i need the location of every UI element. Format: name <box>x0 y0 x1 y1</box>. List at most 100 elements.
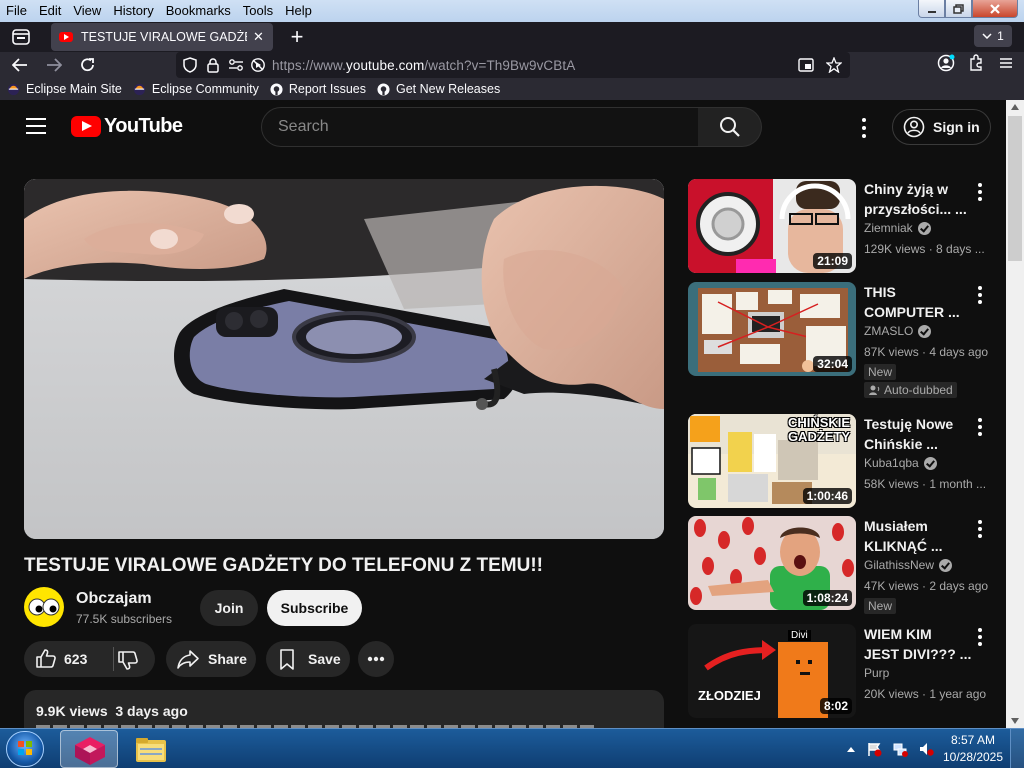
address-bar[interactable]: https://www.youtube.com/watch?v=Th9Bw9vC… <box>176 52 850 78</box>
search-button[interactable] <box>698 107 762 147</box>
video-thumbnail[interactable]: 21:09 <box>688 179 856 273</box>
recommended-channel[interactable]: Kuba1qba <box>864 456 937 470</box>
channel-name[interactable]: Obczajam <box>76 590 152 608</box>
recommended-more-icon[interactable] <box>978 628 982 646</box>
dislike-thumb-down-icon[interactable] <box>116 648 140 672</box>
sign-in-button[interactable]: Sign in <box>892 109 991 145</box>
channel-row: Obczajam 77.5K subscribers Join Subscrib… <box>24 587 664 629</box>
menu-tools[interactable]: Tools <box>237 0 279 22</box>
extensions-puzzle-icon[interactable] <box>966 53 986 73</box>
scroll-up-arrow-icon[interactable] <box>1011 104 1019 110</box>
recommended-video-title[interactable]: WIEM KIM JEST DIVI??? ... <box>864 624 974 664</box>
picture-in-picture-icon[interactable] <box>798 58 814 72</box>
search-input[interactable]: Search <box>261 107 699 147</box>
autoplay-blocked-icon[interactable] <box>250 57 266 73</box>
permissions-icon[interactable] <box>228 58 244 72</box>
back-button[interactable] <box>6 53 34 77</box>
start-button[interactable] <box>6 731 44 767</box>
video-thumbnail[interactable]: 1:08:24 <box>688 516 856 610</box>
recommended-more-icon[interactable] <box>978 286 982 304</box>
new-tab-button[interactable]: + <box>285 24 309 50</box>
taskbar-app-browser[interactable] <box>60 730 118 768</box>
bookmark-report-issues[interactable]: Report Issues <box>270 82 366 96</box>
recommended-video[interactable]: CHIŃSKIE GADŻETY 1:00:46 Testuję Nowe Chi… <box>688 414 998 508</box>
lock-icon[interactable] <box>206 57 220 73</box>
list-all-tabs-button[interactable]: 1 <box>974 25 1012 47</box>
youtube-logo[interactable]: YouTube <box>71 115 183 138</box>
account-icon[interactable] <box>936 53 956 73</box>
video-thumbnail[interactable]: 32:04 <box>688 282 856 376</box>
recommended-video-title[interactable]: Chiny żyją w przyszłości... ... <box>864 179 974 219</box>
bookmark-star-icon[interactable] <box>826 57 842 73</box>
recommended-meta: 58K views · 1 month ... <box>864 477 987 491</box>
recommended-more-icon[interactable] <box>978 418 982 436</box>
scroll-down-arrow-icon[interactable] <box>1011 718 1019 724</box>
recommended-channel[interactable]: Purp <box>864 666 889 680</box>
settings-more-icon[interactable] <box>856 118 872 138</box>
menu-file[interactable]: File <box>0 0 33 22</box>
video-thumbnail[interactable]: Divi ZŁODZIEJ 8:02 <box>688 624 856 718</box>
video-player[interactable] <box>24 179 664 539</box>
url-text: https://www.youtube.com/watch?v=Th9Bw9vC… <box>272 57 576 73</box>
github-icon <box>377 82 390 96</box>
maximize-button[interactable] <box>945 0 972 18</box>
scrollbar-thumb[interactable] <box>1008 116 1022 261</box>
show-desktop-button[interactable] <box>1010 729 1024 768</box>
recommended-video[interactable]: 21:09 Chiny żyją w przyszłości... ... Zie… <box>688 179 998 273</box>
shield-icon[interactable] <box>182 57 198 73</box>
join-button[interactable]: Join <box>200 590 258 626</box>
recommended-video-title[interactable]: Musiałem KLIKNĄĆ ... <box>864 516 974 556</box>
like-thumb-up-icon[interactable] <box>34 647 58 671</box>
new-badge: New <box>864 364 897 380</box>
browser-window: File Edit View History Bookmarks Tools H… <box>0 0 1024 768</box>
save-button[interactable]: Save <box>266 641 350 677</box>
page-scrollbar[interactable] <box>1006 100 1024 728</box>
menu-bookmarks[interactable]: Bookmarks <box>160 0 237 22</box>
recommended-video-title[interactable]: THIS COMPUTER ... <box>864 282 974 322</box>
recommended-more-icon[interactable] <box>978 520 982 538</box>
channel-avatar[interactable] <box>24 587 64 627</box>
recommended-channel[interactable]: ZMASLO <box>864 324 932 338</box>
recommended-more-icon[interactable] <box>978 183 982 201</box>
forward-button[interactable] <box>40 53 68 77</box>
recommended-video-title[interactable]: Testuję Nowe Chińskie ... <box>864 414 974 454</box>
recommended-video[interactable]: Divi ZŁODZIEJ 8:02 WIEM KIM JEST DIVI??? … <box>688 624 998 718</box>
recommended-channel[interactable]: GilathissNew <box>864 558 953 572</box>
thumbnail-caption: CHIŃSKIE GADŻETY <box>787 415 851 444</box>
verified-check-icon <box>917 221 931 235</box>
bookmark-eclipse-community[interactable]: Eclipse Community <box>133 82 259 96</box>
taskbar-app-explorer[interactable] <box>122 730 180 768</box>
toolbar-right <box>936 53 1016 73</box>
volume-muted-icon[interactable] <box>918 741 934 757</box>
like-count[interactable]: 623 <box>64 651 87 667</box>
menu-view[interactable]: View <box>67 0 107 22</box>
hamburger-menu-icon[interactable] <box>996 53 1016 73</box>
minimize-button[interactable] <box>918 0 945 18</box>
windows-taskbar: 8:57 AM 10/28/2025 <box>0 728 1024 768</box>
close-tab-icon[interactable]: ✕ <box>253 29 264 45</box>
video-actions: 623 Share Save <box>24 641 664 677</box>
recommended-channel[interactable]: Ziemniak <box>864 221 931 235</box>
bookmark-eclipse-main-site[interactable]: Eclipse Main Site <box>7 82 122 96</box>
reload-button[interactable] <box>74 53 102 77</box>
show-hidden-icons-icon[interactable] <box>846 745 856 753</box>
description-box[interactable]: 9.9K views 3 days ago <box>24 690 664 728</box>
more-actions-button[interactable] <box>358 641 394 677</box>
close-window-button[interactable] <box>972 0 1018 18</box>
subscribe-button[interactable]: Subscribe <box>267 590 362 626</box>
browser-tab-active[interactable]: TESTUJE VIRALOWE GADŻETY D ✕ <box>51 23 273 51</box>
action-center-flag-icon[interactable] <box>866 741 882 757</box>
menu-help[interactable]: Help <box>279 0 318 22</box>
menu-edit[interactable]: Edit <box>33 0 67 22</box>
video-duration: 1:08:24 <box>802 590 852 606</box>
guide-menu-icon[interactable] <box>26 118 46 134</box>
network-icon[interactable] <box>892 741 908 757</box>
share-button[interactable]: Share <box>166 641 256 677</box>
bookmark-get-new-releases[interactable]: Get New Releases <box>377 82 500 96</box>
clock[interactable]: 8:57 AM 10/28/2025 <box>938 732 1008 766</box>
recommended-video[interactable]: 32:04 THIS COMPUTER ... ZMASLO 87K views … <box>688 282 998 398</box>
video-thumbnail[interactable]: CHIŃSKIE GADŻETY 1:00:46 <box>688 414 856 508</box>
recommended-video[interactable]: 1:08:24 Musiałem KLIKNĄĆ ... GilathissNew… <box>688 516 998 614</box>
menu-history[interactable]: History <box>107 0 159 22</box>
firefox-view-icon[interactable] <box>5 23 37 51</box>
